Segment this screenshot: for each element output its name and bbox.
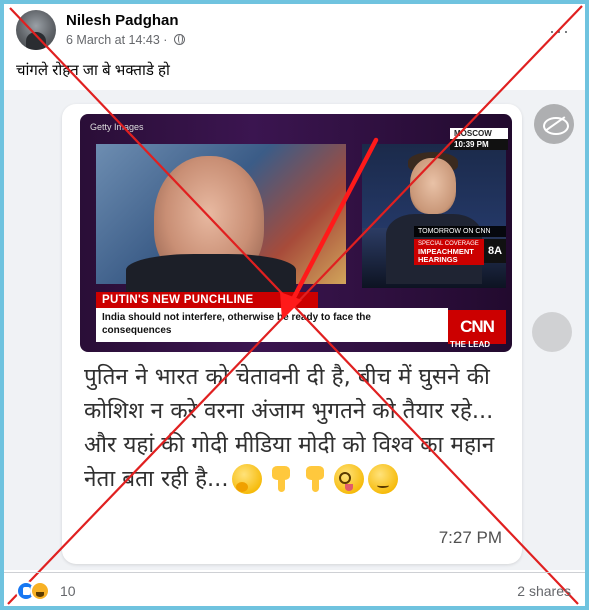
special-coverage: SPECIAL COVERAGE IMPEACHMENT HEARINGS (414, 239, 484, 265)
getty-watermark: Getty Images (90, 122, 144, 132)
post-caption: चांगले रोहत जा बे भक्ताडे हो (16, 62, 170, 79)
rating-badge: 8A (484, 239, 506, 263)
anchor-inset (362, 144, 506, 288)
pointing-down-icon (266, 464, 296, 494)
anchor-head (410, 158, 456, 214)
next-arrow-button[interactable] (532, 312, 572, 352)
thinking-face-icon (232, 464, 263, 494)
post-header: Nilesh Padghan 6 March at 14:43 · ··· (14, 8, 574, 52)
reaction-count: 10 (60, 583, 76, 599)
more-options-icon[interactable]: ··· (549, 22, 570, 40)
globe-icon (173, 34, 185, 45)
woozy-face-icon (334, 464, 365, 494)
post-media[interactable]: Getty Images MOSCOW 10:39 PM TOMORROW ON… (4, 90, 585, 570)
post-footer: 10 2 shares (4, 572, 585, 606)
video-thumbnail: Getty Images MOSCOW 10:39 PM TOMORROW ON… (80, 114, 512, 352)
lower-third: PUTIN'S NEW PUNCHLINE India should not i… (96, 292, 448, 342)
haha-icon (30, 581, 50, 601)
suit-shape (126, 254, 296, 294)
message-text: पुतिन ने भारत को चेतावनी दी है, बीच में … (84, 360, 504, 496)
pointing-down-icon (300, 464, 330, 494)
location-time: 10:39 PM (450, 139, 508, 150)
location-badge: MOSCOW 10:39 PM (450, 128, 508, 150)
shares-count[interactable]: 2 shares (517, 583, 571, 599)
show-name: THE LEAD (450, 340, 490, 349)
author-name[interactable]: Nilesh Padghan (66, 12, 179, 29)
location-label: MOSCOW (454, 129, 492, 138)
timestamp[interactable]: 6 March at 14:43 · (66, 33, 167, 47)
chat-bubble: Getty Images MOSCOW 10:39 PM TOMORROW ON… (62, 104, 522, 564)
special-title: IMPEACHMENT HEARINGS (418, 247, 474, 264)
hide-eye-icon[interactable] (534, 104, 574, 144)
post-meta: 6 March at 14:43 · (66, 33, 185, 47)
message-time: 7:27 PM (438, 528, 502, 547)
portrait-image (96, 144, 346, 294)
smirking-face-icon (368, 464, 399, 494)
cnn-logo: CNN (448, 310, 506, 344)
tonight-banner: TOMORROW ON CNN (414, 226, 506, 237)
chyron-subline: India should not interfere, otherwise be… (96, 308, 448, 342)
chyron-headline: PUTIN'S NEW PUNCHLINE (96, 292, 318, 308)
avatar[interactable] (16, 10, 56, 50)
